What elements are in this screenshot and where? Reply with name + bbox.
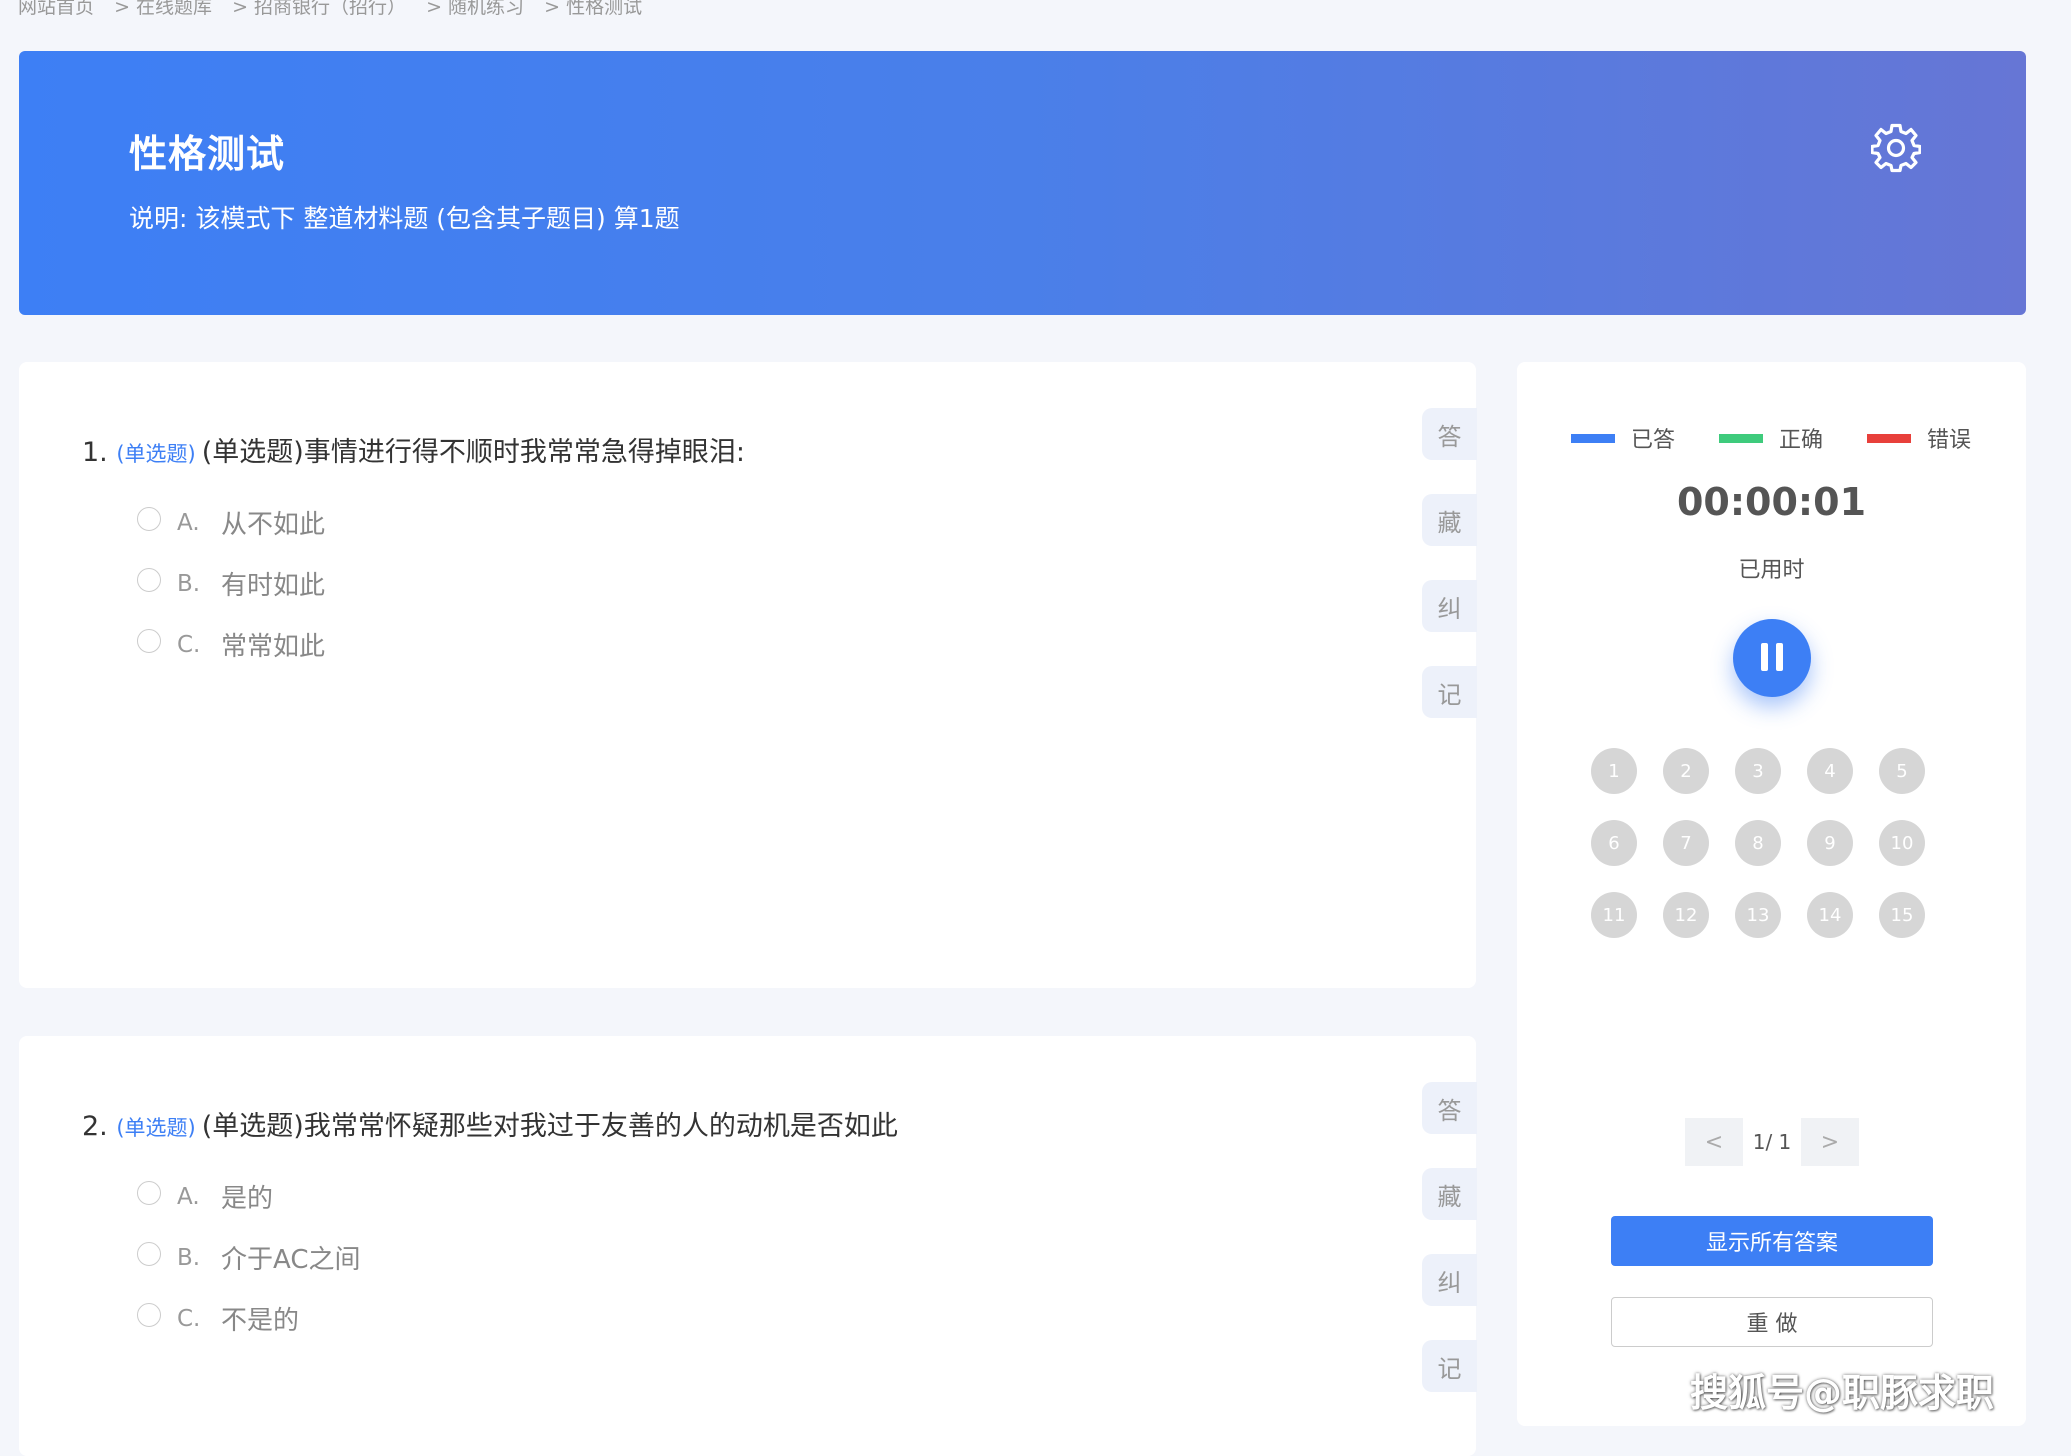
pause-button[interactable]	[1733, 619, 1811, 697]
option-c[interactable]: C. 常常如此	[137, 614, 325, 675]
option-letter: C.	[177, 631, 201, 658]
option-text: 是的	[221, 1184, 274, 1214]
favorite-button[interactable]: 藏	[1422, 1168, 1477, 1220]
option-letter: A.	[177, 1183, 200, 1210]
option-a[interactable]: A. 是的	[137, 1166, 360, 1227]
legend-answered: 已答	[1571, 422, 1675, 454]
question-number-button[interactable]: 3	[1735, 748, 1781, 794]
question-number-button[interactable]: 6	[1591, 820, 1637, 866]
pagination: < 1/ 1 >	[1685, 1118, 1859, 1166]
radio-button[interactable]	[137, 567, 161, 592]
option-text: 有时如此	[221, 571, 326, 601]
question-number-grid: 1 2 3 4 5 6 7 8 9 10 11 12 13 14 15	[1591, 748, 1951, 964]
timer-label: 已用时	[1738, 558, 1805, 583]
option-text: 介于AC之间	[221, 1245, 361, 1275]
question-tools: 答 藏 纠 记	[1422, 1082, 1477, 1426]
watermark: 搜狐号@职豚求职	[1690, 1371, 1995, 1415]
question-number-button[interactable]: 2	[1663, 748, 1709, 794]
report-error-button[interactable]: 纠	[1422, 1254, 1477, 1306]
legend-swatch	[1571, 433, 1615, 443]
question-number: 1.	[82, 437, 108, 468]
question-number-button[interactable]: 14	[1807, 892, 1853, 938]
question-number-button[interactable]: 9	[1807, 820, 1853, 866]
question-type-tag: (单选题)	[116, 442, 196, 466]
redo-button[interactable]: 重 做	[1611, 1297, 1933, 1347]
answer-button[interactable]: 答	[1422, 1082, 1477, 1134]
options-list: A. 是的 B. 介于AC之间 C. 不是的	[137, 1166, 360, 1349]
pause-icon	[1761, 643, 1768, 671]
radio-button[interactable]	[137, 1302, 161, 1327]
option-b[interactable]: B. 介于AC之间	[137, 1227, 360, 1288]
breadcrumb-home[interactable]: 网站首页	[18, 0, 94, 18]
legend-label: 已答	[1631, 428, 1676, 453]
question-number-button[interactable]: 7	[1663, 820, 1709, 866]
breadcrumb-random-practice[interactable]: > 随机练习	[426, 0, 524, 18]
question-number-button[interactable]: 8	[1735, 820, 1781, 866]
radio-button[interactable]	[137, 1180, 161, 1205]
legend-label: 错误	[1927, 428, 1972, 453]
elapsed-timer: 00:00:01	[1676, 480, 1867, 524]
question-title: 1. (单选题) (单选题)事情进行得不顺时我常常急得掉眼泪:	[82, 430, 745, 469]
header-banner: 性格测试 说明: 该模式下 整道材料题 (包含其子题目) 算1题	[19, 51, 2026, 315]
options-list: A. 从不如此 B. 有时如此 C. 常常如此	[137, 492, 325, 675]
legend-correct: 正确	[1719, 422, 1823, 454]
legend-swatch	[1867, 433, 1912, 443]
breadcrumb: 网站首页 > 在线题库 > 招商银行（招行） > 随机练习 > 性格测试	[18, 0, 656, 19]
option-letter: B.	[177, 1244, 201, 1271]
radio-button[interactable]	[137, 1241, 161, 1266]
breadcrumb-current: > 性格测试	[544, 0, 643, 18]
pause-icon	[1776, 643, 1783, 671]
breadcrumb-bank[interactable]: > 招商银行（招行）	[232, 0, 406, 18]
note-button[interactable]: 记	[1422, 666, 1477, 718]
question-text: (单选题)我常常怀疑那些对我过于友善的人的动机是否如此	[201, 1111, 898, 1142]
question-number-button[interactable]: 12	[1663, 892, 1709, 938]
legend-label: 正确	[1779, 428, 1824, 453]
breadcrumb-question-bank[interactable]: > 在线题库	[114, 0, 212, 18]
question-number: 2.	[82, 1111, 108, 1142]
question-tools: 答 藏 纠 记	[1422, 408, 1477, 752]
question-type-tag: (单选题)	[116, 1116, 196, 1140]
option-text: 不是的	[221, 1306, 300, 1336]
option-c[interactable]: C. 不是的	[137, 1288, 360, 1349]
option-text: 从不如此	[221, 510, 326, 540]
question-number-button[interactable]: 15	[1879, 892, 1925, 938]
radio-button[interactable]	[137, 628, 161, 653]
question-number-button[interactable]: 13	[1735, 892, 1781, 938]
option-text: 常常如此	[221, 632, 326, 662]
question-number-button[interactable]: 5	[1879, 748, 1925, 794]
answer-sheet-panel: 已答 正确 错误 00:00:01 已用时 1 2 3 4 5 6 7 8 9 …	[1517, 362, 2026, 1426]
option-letter: B.	[177, 570, 201, 597]
prev-page-button[interactable]: <	[1685, 1118, 1743, 1166]
option-letter: C.	[177, 1305, 201, 1332]
question-card: 1. (单选题) (单选题)事情进行得不顺时我常常急得掉眼泪: A. 从不如此 B…	[19, 362, 1477, 988]
question-number-button[interactable]: 11	[1591, 892, 1637, 938]
favorite-button[interactable]: 藏	[1422, 494, 1477, 546]
page-title: 性格测试	[129, 132, 286, 176]
page-indicator: 1/ 1	[1752, 1130, 1792, 1154]
legend-swatch	[1719, 433, 1764, 443]
question-number-button[interactable]: 1	[1591, 748, 1637, 794]
question-number-button[interactable]: 4	[1807, 748, 1853, 794]
option-letter: A.	[177, 509, 200, 536]
gear-icon[interactable]	[1870, 123, 1922, 173]
question-number-button[interactable]: 10	[1879, 820, 1925, 866]
next-page-button[interactable]: >	[1801, 1118, 1859, 1166]
answer-button[interactable]: 答	[1422, 408, 1477, 460]
status-legend: 已答 正确 错误	[1571, 422, 1971, 454]
question-card: 2. (单选题) (单选题)我常常怀疑那些对我过于友善的人的动机是否如此 A. 是…	[19, 1036, 1477, 1456]
question-title: 2. (单选题) (单选题)我常常怀疑那些对我过于友善的人的动机是否如此	[82, 1104, 898, 1143]
option-b[interactable]: B. 有时如此	[137, 553, 325, 614]
legend-wrong: 错误	[1867, 422, 1971, 454]
show-all-answers-button[interactable]: 显示所有答案	[1611, 1216, 1933, 1266]
radio-button[interactable]	[137, 506, 161, 531]
report-error-button[interactable]: 纠	[1422, 580, 1477, 632]
note-button[interactable]: 记	[1422, 1340, 1477, 1392]
question-text: (单选题)事情进行得不顺时我常常急得掉眼泪:	[201, 437, 745, 468]
mode-description: 说明: 该模式下 整道材料题 (包含其子题目) 算1题	[129, 204, 680, 233]
option-a[interactable]: A. 从不如此	[137, 492, 325, 553]
